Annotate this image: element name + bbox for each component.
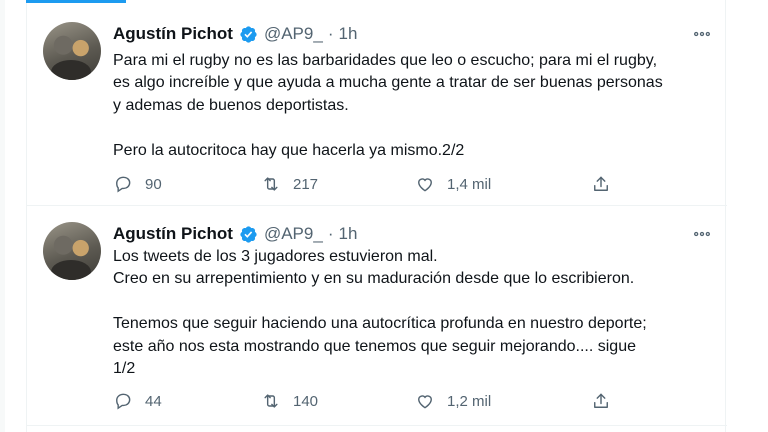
tweet-text: Los tweets de los 3 jugadores estuvieron…	[113, 248, 647, 378]
reply-button[interactable]: 44	[113, 391, 162, 411]
separator: ·	[327, 224, 334, 243]
like-icon	[415, 174, 435, 194]
like-button[interactable]: 1,2 mil	[415, 391, 491, 411]
tweet-header: Agustín Pichot @AP9_ · 1h	[113, 222, 357, 246]
separator: ·	[327, 24, 334, 43]
reply-icon	[113, 391, 133, 411]
reply-icon	[113, 174, 133, 194]
tweet-actions: 44 140 1,2 mil	[113, 390, 633, 412]
retweet-button[interactable]: 217	[261, 174, 318, 194]
share-icon	[591, 391, 611, 411]
tweet[interactable]: Agustín Pichot @AP9_ · 1h Para mi el rug…	[27, 6, 727, 206]
more-icon[interactable]	[691, 224, 713, 244]
verified-badge-icon	[239, 25, 258, 44]
avatar[interactable]	[43, 22, 101, 80]
reply-count: 44	[145, 392, 162, 410]
tweet-actions: 90 217 1,4 mil	[113, 173, 633, 195]
avatar[interactable]	[43, 222, 101, 280]
timestamp[interactable]: 1h	[338, 224, 357, 244]
more-icon[interactable]	[691, 24, 713, 44]
author-handle[interactable]: @AP9_	[264, 24, 323, 44]
top-accent-bar	[26, 0, 126, 3]
timeline: Agustín Pichot @AP9_ · 1h Para mi el rug…	[26, 0, 727, 432]
author-name[interactable]: Agustín Pichot	[113, 224, 233, 244]
like-count: 1,4 mil	[447, 175, 492, 193]
like-count: 1,2 mil	[447, 392, 492, 410]
like-icon	[415, 391, 435, 411]
author-handle[interactable]: @AP9_	[264, 224, 323, 244]
share-icon	[591, 174, 611, 194]
reply-count: 90	[145, 175, 162, 193]
timestamp[interactable]: 1h	[338, 24, 357, 44]
retweet-count: 140	[293, 392, 319, 410]
left-edge	[0, 0, 5, 432]
like-button[interactable]: 1,4 mil	[415, 174, 491, 194]
retweet-count: 217	[293, 175, 319, 193]
verified-badge-icon	[239, 225, 258, 244]
retweet-icon	[261, 174, 281, 194]
retweet-button[interactable]: 140	[261, 391, 318, 411]
retweet-icon	[261, 391, 281, 411]
reply-button[interactable]: 90	[113, 174, 162, 194]
author-name[interactable]: Agustín Pichot	[113, 24, 233, 44]
share-button[interactable]	[591, 391, 611, 411]
tweet-header: Agustín Pichot @AP9_ · 1h	[113, 22, 357, 46]
tweet[interactable]: Agustín Pichot @AP9_ · 1h Los tweets de …	[27, 206, 727, 426]
share-button[interactable]	[591, 174, 611, 194]
tweet-text: Para mi el rugby no es las barbaridades …	[113, 52, 663, 159]
